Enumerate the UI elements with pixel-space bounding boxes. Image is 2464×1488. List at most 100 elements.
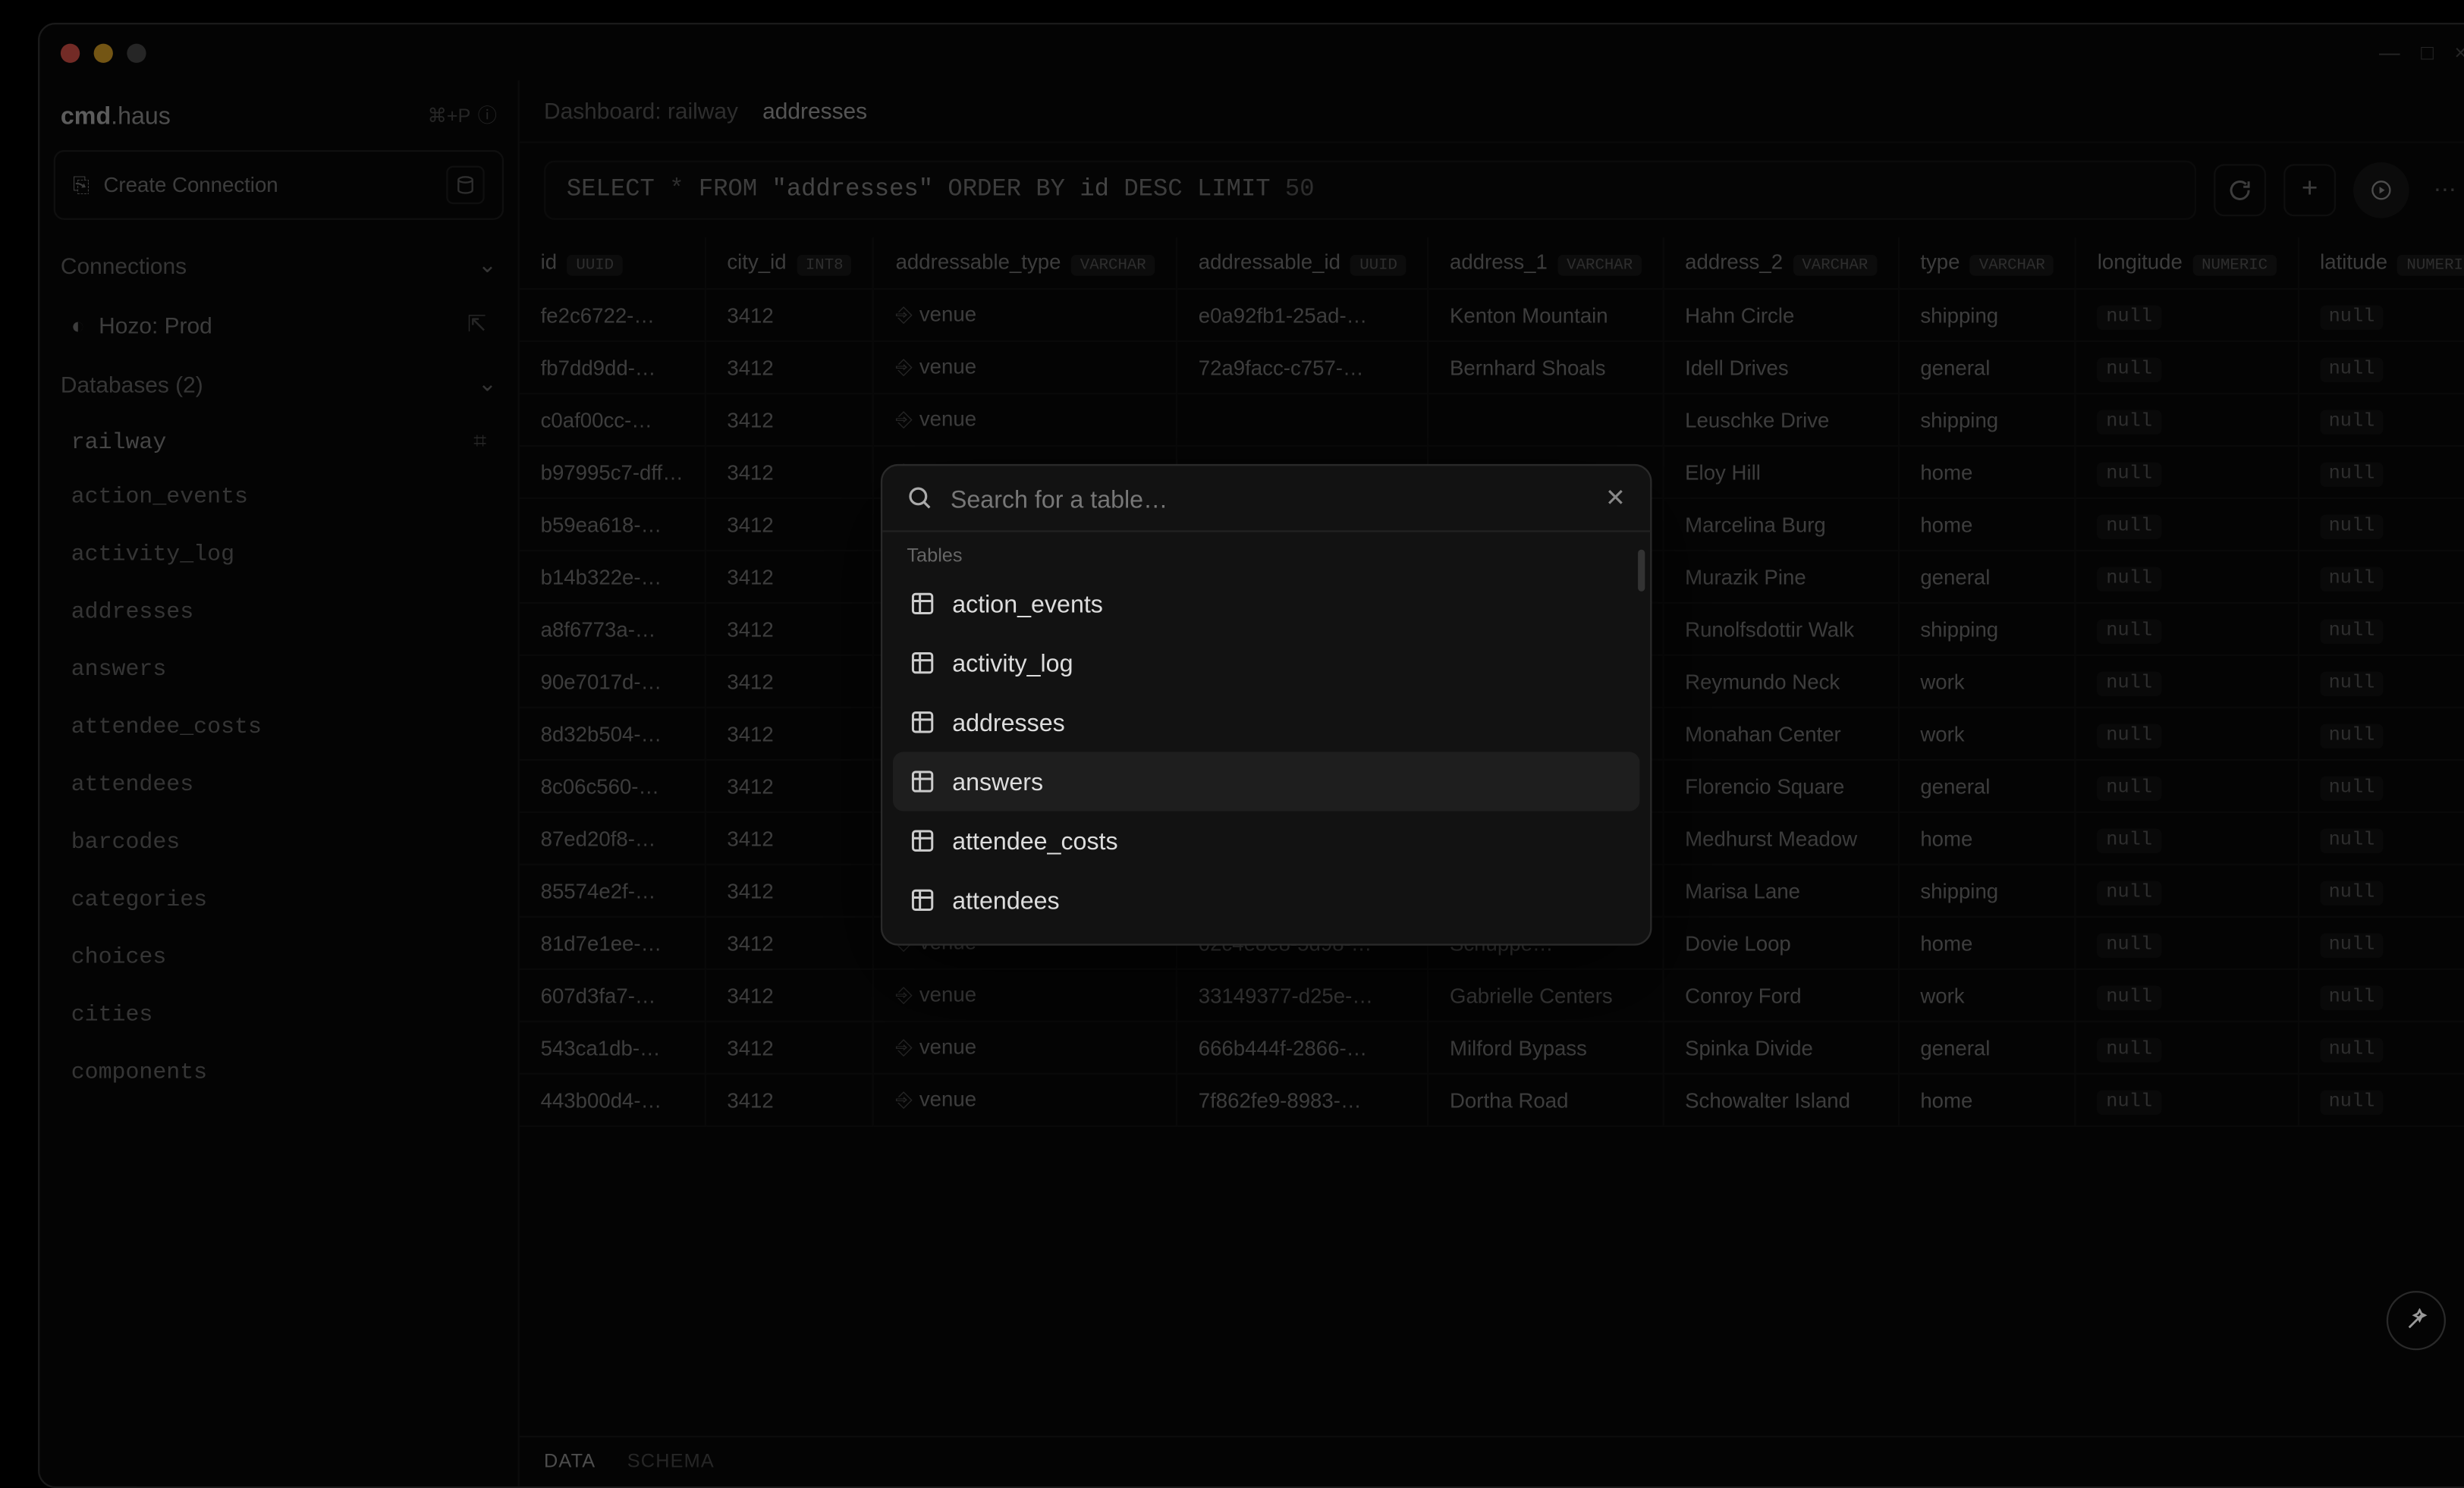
column-header[interactable]: addressable_typeVARCHAR xyxy=(874,237,1177,289)
win-minimize[interactable]: — xyxy=(2379,40,2400,64)
table-cell[interactable]: null xyxy=(2298,655,2464,708)
tab-data[interactable]: DATA xyxy=(544,1452,596,1473)
table-cell[interactable]: null xyxy=(2298,917,2464,969)
table-cell[interactable]: Marcelina Burg xyxy=(1663,498,1898,551)
breadcrumb-dashboard[interactable]: Dashboard: railway xyxy=(544,98,738,124)
table-cell[interactable]: 3412 xyxy=(705,812,873,865)
table-cell[interactable]: general xyxy=(1898,341,2075,394)
table-cell[interactable]: home xyxy=(1898,1074,2075,1126)
table-cell[interactable]: fe2c6722-… xyxy=(520,289,706,341)
table-cell[interactable]: 3412 xyxy=(705,498,873,551)
table-cell[interactable]: null xyxy=(2076,289,2298,341)
table-cell[interactable]: ⎆venue xyxy=(874,289,1177,341)
table-cell[interactable]: home xyxy=(1898,812,2075,865)
table-cell[interactable]: ⎆venue xyxy=(874,394,1177,446)
table-cell[interactable]: Dortha Road xyxy=(1428,1074,1663,1126)
table-cell[interactable]: home xyxy=(1898,917,2075,969)
table-cell[interactable]: work xyxy=(1898,655,2075,708)
table-cell[interactable]: 3412 xyxy=(705,1074,873,1126)
sidebar-table-item[interactable]: action_events xyxy=(54,469,504,523)
refresh-button[interactable] xyxy=(2214,164,2266,216)
table-row[interactable]: 443b00d4-…3412⎆venue7f862fe9-8983-…Dorth… xyxy=(520,1074,2464,1126)
table-cell[interactable]: 3412 xyxy=(705,1022,873,1074)
table-cell[interactable]: 3412 xyxy=(705,865,873,917)
table-cell[interactable]: ⎆venue xyxy=(874,341,1177,394)
traffic-min[interactable] xyxy=(94,42,113,61)
table-cell[interactable]: a8f6773a-… xyxy=(520,603,706,655)
database-item[interactable]: railway ⌗ xyxy=(54,416,504,469)
table-cell[interactable]: Idell Drives xyxy=(1663,341,1898,394)
table-cell[interactable]: shipping xyxy=(1898,603,2075,655)
table-cell[interactable]: general xyxy=(1898,1022,2075,1074)
sidebar-table-item[interactable]: cities xyxy=(54,987,504,1041)
table-cell[interactable]: Reymundo Neck xyxy=(1663,655,1898,708)
table-cell[interactable]: 90e7017d-… xyxy=(520,655,706,708)
sidebar-table-item[interactable]: activity_log xyxy=(54,527,504,581)
table-cell[interactable]: e0a92fb1-25ad-… xyxy=(1177,289,1428,341)
table-cell[interactable]: 443b00d4-… xyxy=(520,1074,706,1126)
table-cell[interactable]: Marisa Lane xyxy=(1663,865,1898,917)
palette-item[interactable]: action_events xyxy=(893,574,1639,633)
table-cell[interactable]: 3412 xyxy=(705,394,873,446)
table-cell[interactable]: c0af00cc-… xyxy=(520,394,706,446)
table-cell[interactable]: Schowalter Island xyxy=(1663,1074,1898,1126)
sidebar-table-item[interactable]: addresses xyxy=(54,585,504,639)
table-cell[interactable]: 87ed20f8-… xyxy=(520,812,706,865)
table-cell[interactable] xyxy=(1177,394,1428,446)
pin-icon[interactable]: ⇱ xyxy=(467,311,486,339)
table-cell[interactable]: null xyxy=(2076,446,2298,498)
table-cell[interactable]: null xyxy=(2298,551,2464,603)
sidebar-table-item[interactable]: barcodes xyxy=(54,815,504,868)
table-cell[interactable]: Hahn Circle xyxy=(1663,289,1898,341)
chart-icon[interactable]: ⌗ xyxy=(473,429,486,456)
table-cell[interactable]: shipping xyxy=(1898,865,2075,917)
breadcrumb-table[interactable]: addresses xyxy=(762,98,867,124)
column-header[interactable]: address_2VARCHAR xyxy=(1663,237,1898,289)
sidebar-table-item[interactable]: attendees xyxy=(54,757,504,811)
magic-wand-button[interactable] xyxy=(2387,1291,2446,1350)
table-cell[interactable]: 33149377-d25e-… xyxy=(1177,969,1428,1022)
table-cell[interactable]: null xyxy=(2298,341,2464,394)
database-icon[interactable] xyxy=(446,166,485,205)
table-cell[interactable]: null xyxy=(2298,812,2464,865)
table-cell[interactable]: null xyxy=(2076,1022,2298,1074)
databases-header[interactable]: Databases (2) ⌄ xyxy=(39,353,517,416)
table-cell[interactable]: 3412 xyxy=(705,917,873,969)
table-cell[interactable]: Milford Bypass xyxy=(1428,1022,1663,1074)
table-cell[interactable]: 85574e2f-… xyxy=(520,865,706,917)
win-close[interactable]: × xyxy=(2454,40,2464,64)
table-cell[interactable]: 7f862fe9-8983-… xyxy=(1177,1074,1428,1126)
table-cell[interactable]: 3412 xyxy=(705,289,873,341)
table-row[interactable]: c0af00cc-…3412⎆venueLeuschke Driveshippi… xyxy=(520,394,2464,446)
table-cell[interactable]: null xyxy=(2076,969,2298,1022)
table-cell[interactable]: Runolfsdottir Walk xyxy=(1663,603,1898,655)
table-cell[interactable]: 3412 xyxy=(705,551,873,603)
table-cell[interactable]: Kenton Mountain xyxy=(1428,289,1663,341)
palette-search-input[interactable] xyxy=(951,484,1588,512)
palette-item[interactable]: activity_log xyxy=(893,633,1639,692)
table-cell[interactable]: null xyxy=(2076,394,2298,446)
more-icon[interactable]: ⋯ xyxy=(2427,176,2463,204)
table-cell[interactable]: Leuschke Drive xyxy=(1663,394,1898,446)
table-cell[interactable] xyxy=(1428,394,1663,446)
palette-scrollbar[interactable] xyxy=(1638,550,1645,592)
table-cell[interactable]: Conroy Ford xyxy=(1663,969,1898,1022)
palette-close-button[interactable]: ✕ xyxy=(1605,483,1626,513)
palette-item[interactable]: attendees xyxy=(893,871,1639,930)
table-cell[interactable]: Dovie Loop xyxy=(1663,917,1898,969)
table-cell[interactable]: 81d7e1ee-… xyxy=(520,917,706,969)
table-cell[interactable]: null xyxy=(2298,1022,2464,1074)
table-row[interactable]: 543ca1db-…3412⎆venue666b444f-2866-…Milfo… xyxy=(520,1022,2464,1074)
table-cell[interactable]: work xyxy=(1898,969,2075,1022)
table-cell[interactable]: 543ca1db-… xyxy=(520,1022,706,1074)
table-row[interactable]: fe2c6722-…3412⎆venuee0a92fb1-25ad-…Kento… xyxy=(520,289,2464,341)
win-maximize[interactable]: □ xyxy=(2421,40,2434,64)
table-cell[interactable]: null xyxy=(2076,708,2298,760)
table-cell[interactable]: 3412 xyxy=(705,708,873,760)
table-cell[interactable]: Medhurst Meadow xyxy=(1663,812,1898,865)
table-cell[interactable]: 3412 xyxy=(705,341,873,394)
traffic-max[interactable] xyxy=(127,42,146,61)
palette-item[interactable]: answers xyxy=(893,752,1639,811)
table-cell[interactable]: null xyxy=(2076,760,2298,812)
table-cell[interactable]: null xyxy=(2298,1074,2464,1126)
